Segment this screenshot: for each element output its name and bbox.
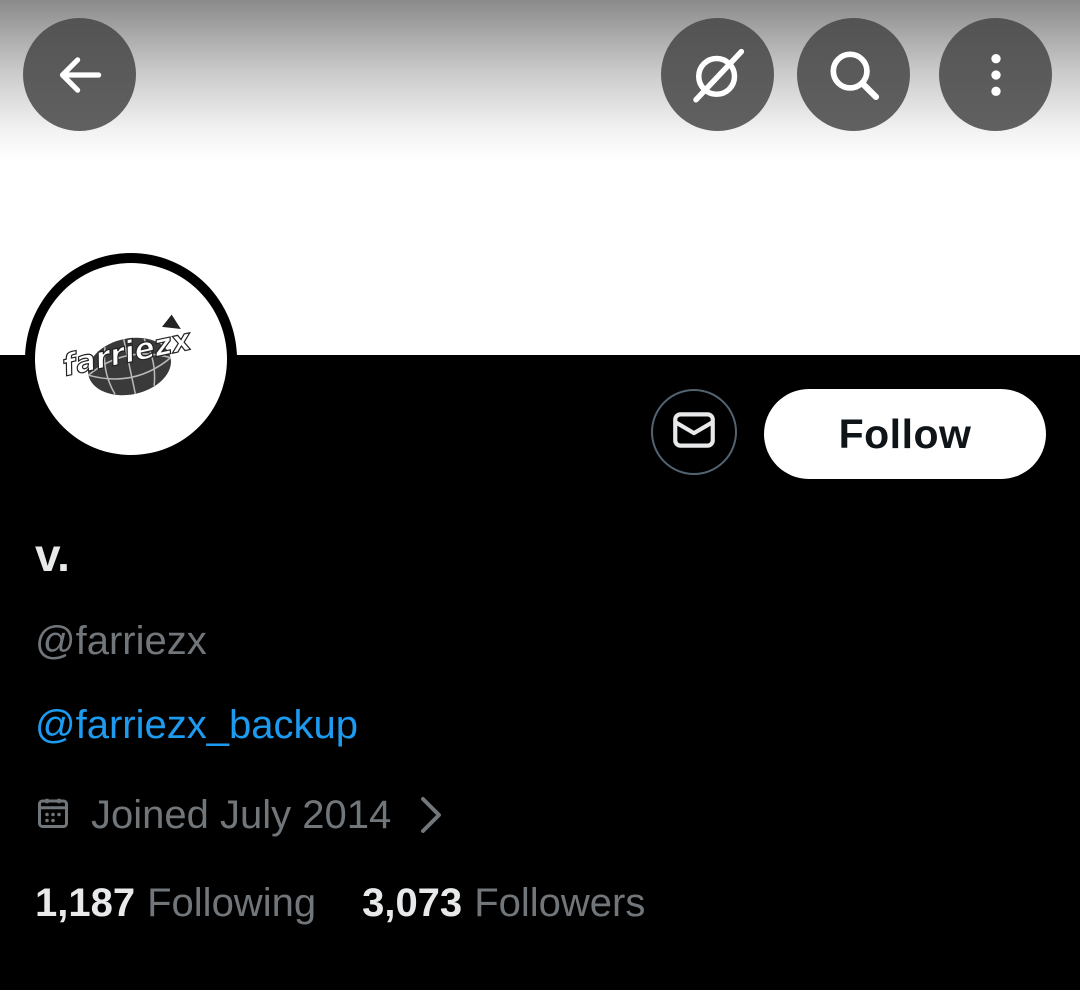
back-button[interactable] — [23, 18, 136, 131]
avatar[interactable]: farriezx — [25, 253, 237, 465]
username-handle: @farriezx — [35, 619, 207, 663]
grok-button[interactable] — [661, 18, 774, 131]
following-link[interactable]: 1,187 Following — [35, 877, 316, 929]
message-button[interactable] — [651, 389, 737, 475]
joined-date-row[interactable]: Joined July 2014 — [35, 788, 443, 842]
display-name: v. — [35, 529, 70, 581]
following-count: 1,187 — [35, 881, 136, 925]
joined-date-text: Joined July 2014 — [91, 792, 392, 837]
followers-label: Followers — [474, 881, 646, 925]
more-vertical-icon — [968, 47, 1024, 103]
followers-link[interactable]: 3,073 Followers — [362, 877, 645, 929]
more-options-button[interactable] — [939, 18, 1052, 131]
farriezx-logo-image: farriezx — [59, 314, 196, 396]
arrow-left-icon — [52, 47, 108, 103]
follow-stats: 1,187 Following 3,073 Followers — [35, 877, 645, 929]
chevron-right-icon — [419, 795, 443, 835]
search-icon — [823, 44, 885, 106]
profile-page: farriezx Follow v. @farriezx @farriezx_b… — [0, 0, 1080, 990]
calendar-icon — [35, 795, 71, 836]
avatar-image: farriezx — [35, 263, 227, 455]
grok-icon — [685, 42, 751, 108]
search-button[interactable] — [797, 18, 910, 131]
mail-icon — [669, 405, 719, 460]
bio-mention-link[interactable]: @farriezx_backup — [35, 700, 358, 750]
following-label: Following — [147, 881, 317, 925]
follow-button[interactable]: Follow — [764, 389, 1046, 479]
followers-count: 3,073 — [362, 881, 463, 925]
